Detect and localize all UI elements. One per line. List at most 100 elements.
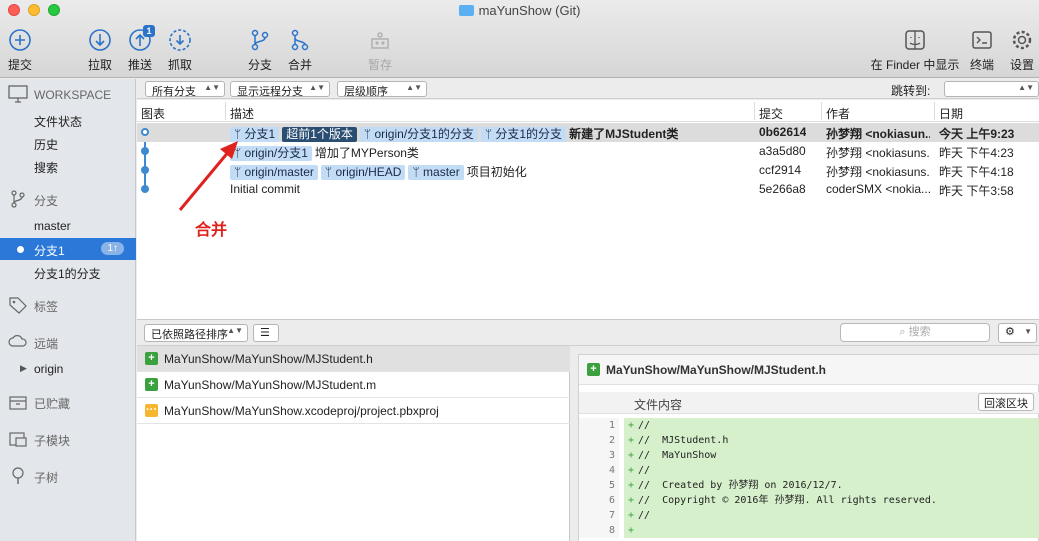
table-row[interactable]: ᛘ origin/master ᛘ origin/HEAD ᛘ master 项目初始…: [137, 161, 1039, 180]
annotation-arrow-icon: [178, 141, 238, 211]
list-item[interactable]: + MaYunShow/MaYunShow/MJStudent.h: [137, 346, 570, 372]
diff-line[interactable]: 8 +: [579, 523, 1039, 538]
ref-label: origin/master: [244, 165, 314, 179]
line-number: 5: [579, 478, 619, 493]
submodule-icon: [9, 432, 27, 447]
finder-icon: [905, 30, 925, 50]
remote-filter-select[interactable]: 显示远程分支 ▲▼: [230, 81, 330, 98]
sidebar-item-file-status[interactable]: 文件状态: [0, 109, 136, 131]
show-in-finder-button[interactable]: 在 Finder 中显示: [870, 28, 960, 73]
ahead-ref-badge: 超前1个版本: [282, 127, 357, 142]
merge-label: 合并: [287, 58, 312, 72]
branch-ref-badge[interactable]: ᛘ master: [408, 165, 464, 180]
settings-button[interactable]: 设置: [1008, 28, 1036, 73]
merge-button[interactable]: 合并: [286, 28, 314, 73]
file-search-input[interactable]: ⌕ 搜索: [840, 323, 990, 342]
commit-message: 增加了MYPerson类: [314, 146, 419, 160]
select-value: 已依照路径排序: [151, 329, 228, 341]
gear-menu-button[interactable]: ⚙ ▼: [998, 323, 1037, 343]
list-item[interactable]: + MaYunShow/MaYunShow/MJStudent.m: [137, 372, 570, 398]
branch-button[interactable]: 分支: [246, 28, 274, 73]
line-number: 3: [579, 448, 619, 463]
diff-line[interactable]: 6 +// Copyright © 2016年 孙梦翔. All rights r…: [579, 493, 1039, 508]
sidebar-item-search[interactable]: 搜索: [0, 155, 136, 177]
subtree-icon: [12, 467, 24, 484]
added-code-line: +//: [624, 508, 1039, 523]
diff-line[interactable]: 5 +// Created by 孙梦翔 on 2016/12/7.: [579, 478, 1039, 493]
settings-label: 设置: [1009, 58, 1034, 72]
terminal-icon: [972, 31, 992, 49]
jump-to-select[interactable]: ▲▼: [944, 81, 1039, 97]
branch-ref-badge[interactable]: ᛘ origin/分支1的分支: [359, 127, 478, 142]
sidebar-item-branch-master[interactable]: master: [0, 215, 136, 237]
sidebar-section-submodules[interactable]: 子模块: [0, 429, 136, 451]
commit-author: coderSMX <nokia...: [826, 182, 930, 196]
sidebar-section-subtrees[interactable]: 子树: [0, 466, 136, 488]
diff-line[interactable]: 7 +//: [579, 508, 1039, 523]
tags-heading: 标签: [34, 300, 59, 314]
sidebar-section-remotes[interactable]: 远端: [0, 332, 136, 354]
sort-select[interactable]: 已依照路径排序 ▲▼: [144, 324, 248, 342]
branch-filter-select[interactable]: 所有分支 ▲▼: [145, 81, 225, 98]
push-count-badge: 1: [143, 25, 155, 37]
diff-line[interactable]: 3 +// MaYunShow: [579, 448, 1039, 463]
discard-hunk-button[interactable]: 回滚区块: [978, 393, 1034, 411]
column-header-date[interactable]: 日期: [939, 105, 963, 122]
tag-icon: [9, 297, 27, 314]
diff-file-header: + MaYunShow/MaYunShow/MJStudent.h: [579, 355, 1039, 385]
sidebar-item-branch-1-sub[interactable]: 分支1的分支: [0, 261, 136, 283]
disclosure-triangle-icon[interactable]: ▶: [20, 363, 27, 374]
fetch-button[interactable]: 抓取: [166, 28, 194, 73]
list-view-button[interactable]: ☰: [253, 324, 279, 342]
fetch-icon: [169, 29, 191, 51]
window-titlebar: maYunShow (Git) 提交 拉取 1 推送 抓取 分支 合并 暂存 在…: [0, 0, 1039, 78]
sidebar-item-remote-origin[interactable]: ▶ origin: [0, 358, 136, 380]
sidebar-section-stashes[interactable]: 已贮藏: [0, 392, 136, 414]
file-path: MaYunShow/MaYunShow/MJStudent.h: [164, 352, 373, 366]
stash-box-icon: [9, 396, 27, 410]
list-item[interactable]: ··· MaYunShow/MaYunShow.xcodeproj/projec…: [137, 398, 570, 424]
added-icon: +: [587, 363, 600, 376]
sidebar-section-branches[interactable]: 分支: [0, 189, 136, 211]
branch-ref-badge[interactable]: ᛘ origin/HEAD: [320, 165, 406, 180]
column-header-graph[interactable]: 图表: [141, 105, 165, 122]
table-row[interactable]: ᛘ origin/分支1 增加了MYPerson类 a3a5d80 孙梦翔 <no…: [137, 142, 1039, 161]
commit-label: 提交: [7, 58, 32, 72]
commit-node-head: [141, 128, 149, 136]
plus-marker-icon: +: [628, 465, 635, 476]
order-select[interactable]: 层级顺序 ▲▼: [337, 81, 427, 98]
column-header-commit[interactable]: 提交: [759, 105, 783, 122]
diff-line[interactable]: 2 +// MJStudent.h: [579, 433, 1039, 448]
commit-date: 昨天 下午4:23: [939, 146, 1014, 160]
workspace-heading: WORKSPACE: [34, 88, 112, 102]
select-value: 所有分支: [152, 86, 196, 98]
plus-marker-icon: +: [628, 435, 635, 446]
commit-date: 昨天 下午4:18: [939, 165, 1014, 179]
column-header-author[interactable]: 作者: [826, 105, 850, 122]
window-title: maYunShow (Git): [0, 3, 1039, 18]
plus-marker-icon: +: [628, 450, 635, 461]
merge-icon: [291, 29, 309, 51]
commit-button[interactable]: 提交: [6, 28, 34, 73]
sidebar-item-history[interactable]: 历史: [0, 132, 136, 154]
sidebar-section-workspace[interactable]: WORKSPACE: [0, 85, 136, 107]
table-row[interactable]: Initial commit 5e266a8 coderSMX <nokia..…: [137, 180, 1039, 199]
diff-line[interactable]: 4 +//: [579, 463, 1039, 478]
push-button[interactable]: 1 推送: [126, 25, 155, 73]
updown-arrows-icon: ▲▼: [227, 326, 243, 335]
line-number: 1: [579, 418, 619, 433]
commit-description: ᛘ 分支1 超前1个版本 ᛘ origin/分支1的分支 ᛘ 分支1的分支 新建了MJS…: [230, 125, 750, 142]
stash-button[interactable]: 暂存: [366, 28, 394, 73]
table-row[interactable]: ᛘ 分支1 超前1个版本 ᛘ origin/分支1的分支 ᛘ 分支1的分支 新建了MJS…: [137, 123, 1039, 142]
diff-line[interactable]: 1 +//: [579, 418, 1039, 433]
commit-author: 孙梦翔 <nokiasun...: [826, 127, 930, 141]
terminal-button[interactable]: 终端: [968, 28, 996, 73]
branch-ref-badge[interactable]: ᛘ 分支1的分支: [480, 127, 567, 142]
column-header-description[interactable]: 描述: [230, 105, 254, 122]
pull-button[interactable]: 拉取: [86, 28, 114, 73]
sidebar-item-branch-1[interactable]: 分支1 1↑: [0, 238, 136, 260]
sidebar-section-tags[interactable]: 标签: [0, 295, 136, 317]
ref-label: 分支1的分支: [495, 127, 563, 141]
code-text: // MJStudent.h: [638, 435, 729, 446]
added-code-line: +// MaYunShow: [624, 448, 1039, 463]
